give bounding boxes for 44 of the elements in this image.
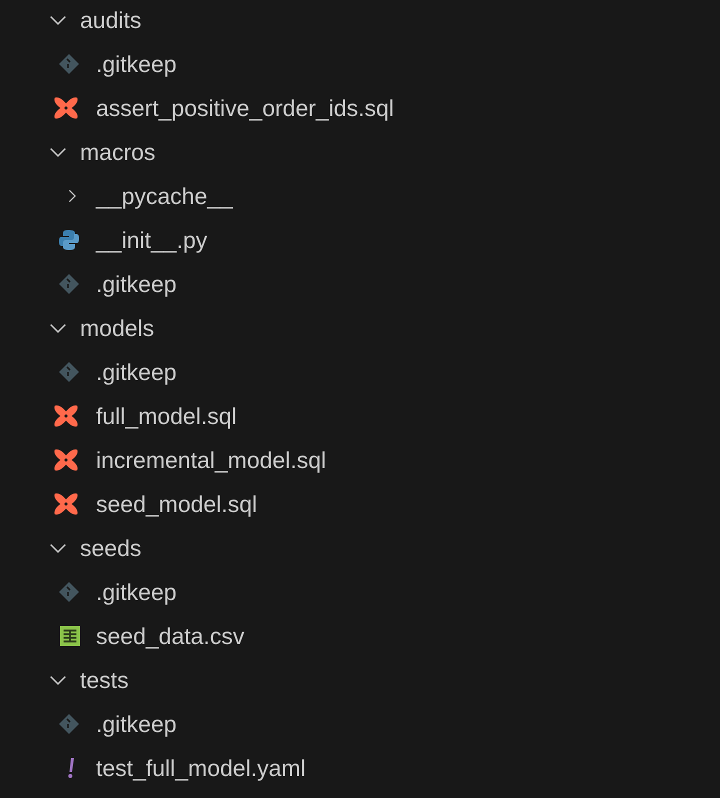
file-name: .gitkeep [96, 578, 177, 607]
tree-item[interactable]: .gitkeep [0, 570, 720, 614]
diamond-icon [58, 713, 80, 735]
file-name: seed_data.csv [96, 622, 244, 651]
file-name: macros [80, 138, 156, 167]
table-icon [60, 625, 80, 647]
file-name: assert_positive_order_ids.sql [96, 94, 394, 123]
tree-item[interactable]: __init__.py [0, 218, 720, 262]
file-name: audits [80, 6, 142, 35]
file-name: tests [80, 666, 129, 695]
file-name: models [80, 314, 154, 343]
tree-item[interactable]: full_model.sql [0, 394, 720, 438]
tree-item[interactable]: test_full_model.yaml [0, 746, 720, 790]
file-name: test_full_model.yaml [96, 754, 306, 783]
file-name: __init__.py [96, 226, 208, 255]
tree-item[interactable]: .gitkeep [0, 702, 720, 746]
file-name: __pycache__ [96, 182, 233, 211]
exclamation-icon [66, 757, 76, 779]
tree-item[interactable]: seeds [0, 526, 720, 570]
file-name: seeds [80, 534, 142, 563]
file-name: full_model.sql [96, 402, 237, 431]
tree-item[interactable]: .gitkeep [0, 262, 720, 306]
tree-item[interactable]: seed_model.sql [0, 482, 720, 526]
tree-item[interactable]: assert_positive_order_ids.sql [0, 86, 720, 130]
file-name: .gitkeep [96, 270, 177, 299]
diamond-icon [58, 273, 80, 295]
tree-item[interactable]: audits [0, 0, 720, 42]
tree-item[interactable]: .gitkeep [0, 350, 720, 394]
file-name: .gitkeep [96, 710, 177, 739]
diamond-icon [58, 53, 80, 75]
file-name: incremental_model.sql [96, 446, 326, 475]
tree-item[interactable]: __pycache__ [0, 174, 720, 218]
tree-item[interactable]: models [0, 306, 720, 350]
tree-item[interactable]: macros [0, 130, 720, 174]
tree-item[interactable]: tests [0, 658, 720, 702]
diamond-icon [58, 581, 80, 603]
file-name: seed_model.sql [96, 490, 258, 519]
tree-item[interactable]: incremental_model.sql [0, 438, 720, 482]
python-icon [58, 229, 80, 251]
diamond-icon [58, 361, 80, 383]
tree-item[interactable]: .gitkeep [0, 42, 720, 86]
file-name: .gitkeep [96, 50, 177, 79]
file-name: .gitkeep [96, 358, 177, 387]
tree-item[interactable]: seed_data.csv [0, 614, 720, 658]
